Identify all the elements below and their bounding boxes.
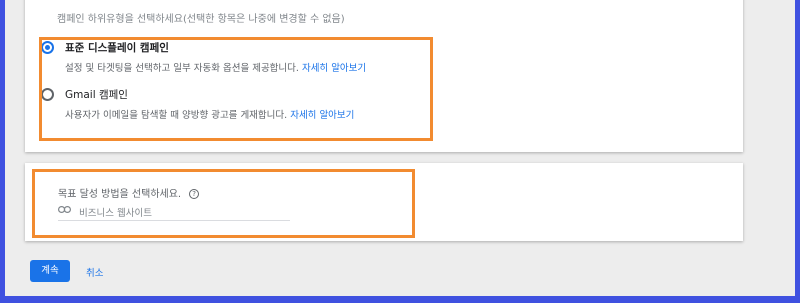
highlight-box-goal <box>32 169 415 238</box>
page-frame: 캠페인 하위유형을 선택하세요(선택한 항목은 나중에 변경할 수 없음) 표준… <box>5 0 795 296</box>
continue-button[interactable]: 계속 <box>30 260 70 282</box>
subtype-header: 캠페인 하위유형을 선택하세요(선택한 항목은 나중에 변경할 수 없음) <box>57 14 345 25</box>
highlight-box-subtype <box>39 37 433 141</box>
cancel-button[interactable]: 취소 <box>86 265 103 279</box>
